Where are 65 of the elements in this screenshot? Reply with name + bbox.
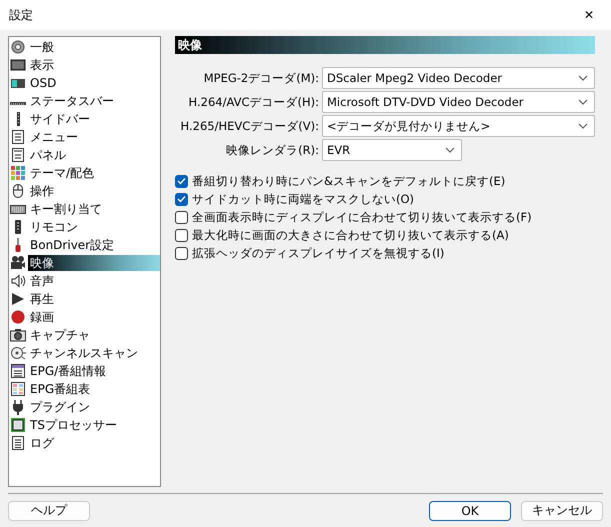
- sidebar-item[interactable]: サイドバー: [28, 111, 160, 127]
- checkbox[interactable]: [175, 192, 188, 206]
- gear-icon: [10, 39, 26, 55]
- checkbox[interactable]: [175, 228, 188, 242]
- sidebar-item[interactable]: EPG/番組情報: [28, 363, 160, 379]
- checkbox[interactable]: [175, 174, 188, 188]
- plug-icon: [10, 399, 26, 415]
- record-icon: [10, 309, 26, 325]
- camera-icon: [10, 327, 26, 343]
- sidebar-item[interactable]: チャンネルスキャン: [28, 345, 160, 361]
- field-label: H.264/AVCデコーダ(H):: [188, 94, 319, 111]
- chevron-down-icon: [578, 99, 588, 105]
- dropdown[interactable]: Microsoft DTV-DVD Video Decoder: [322, 91, 595, 113]
- film-camera-icon: [10, 255, 26, 271]
- section-heading: 映像: [175, 36, 595, 54]
- sidebar-item[interactable]: キャプチャ: [28, 327, 160, 343]
- sidebar-item[interactable]: 再生: [28, 291, 160, 307]
- chip-icon: [10, 417, 26, 433]
- sidebar-item[interactable]: パネル: [28, 147, 160, 163]
- sidebar-item[interactable]: リモコン: [28, 219, 160, 235]
- chevron-down-icon: [445, 147, 455, 153]
- dropdown[interactable]: <デコーダが見付かりません>: [322, 115, 595, 137]
- play-icon: [10, 291, 26, 307]
- sidebar-item[interactable]: 音声: [28, 273, 160, 289]
- sidebar-item[interactable]: 一般: [28, 39, 160, 55]
- chevron-down-icon: [578, 75, 588, 81]
- sidebar-item[interactable]: OSD: [28, 75, 160, 91]
- satellite-dish-icon: [10, 345, 26, 361]
- sidebar-item[interactable]: キー割り当て: [28, 201, 160, 217]
- sidebar-item[interactable]: プラグイン: [28, 399, 160, 415]
- sidebar-item[interactable]: BonDriver設定: [28, 237, 160, 253]
- checkbox-label: 番組切り替わり時にパン&スキャンをデフォルトに戻す(E): [192, 174, 506, 188]
- cancel-button[interactable]: キャンセル: [521, 500, 603, 520]
- sidebar-item[interactable]: テーマ/配色: [28, 165, 160, 181]
- checkbox-label: 全画面表示時にディスプレイに合わせて切り抜いて表示する(F): [192, 210, 532, 224]
- field-label: H.265/HEVCデコーダ(V):: [180, 118, 319, 135]
- color-grid-icon: [10, 165, 26, 181]
- sidebar-item[interactable]: ステータスバー: [28, 93, 160, 109]
- checkbox-label: 最大化時に画面の大きさに合わせて切り抜いて表示する(A): [192, 228, 509, 242]
- sidebar-item[interactable]: 録画: [28, 309, 160, 325]
- dropdown[interactable]: EVR: [322, 139, 462, 161]
- monitor-icon: [10, 57, 26, 73]
- sidebar-item[interactable]: 操作: [28, 183, 160, 199]
- help-button[interactable]: ヘルプ: [8, 500, 90, 520]
- sidebar-item[interactable]: 映像: [28, 255, 160, 271]
- checkbox-label: サイドカット時に両端をマスクしない(O): [192, 192, 414, 206]
- checkbox[interactable]: [175, 210, 188, 224]
- checkbox-label: 拡張ヘッダのディスプレイサイズを無視する(I): [192, 246, 444, 260]
- mouse-icon: [10, 183, 26, 199]
- field-label: 映像レンダラ(R):: [225, 142, 319, 159]
- dropdown[interactable]: DScaler Mpeg2 Video Decoder: [322, 67, 595, 89]
- checkbox[interactable]: [175, 246, 188, 260]
- field-label: MPEG-2デコーダ(M):: [202, 70, 319, 87]
- ruler-icon: [10, 102, 26, 104]
- sidebar-item[interactable]: メニュー: [28, 129, 160, 145]
- bar-icon: [16, 112, 20, 126]
- sidebar-item[interactable]: 表示: [28, 57, 160, 73]
- speaker-icon: [10, 273, 26, 289]
- chevron-down-icon: [578, 123, 588, 129]
- ok-button[interactable]: OK: [429, 500, 511, 520]
- window-title: 設定: [9, 6, 33, 24]
- sidebar-item[interactable]: ログ: [28, 435, 160, 451]
- sidebar-item[interactable]: TSプロセッサー: [28, 417, 160, 433]
- sidebar-item[interactable]: EPG番組表: [28, 381, 160, 397]
- close-button[interactable]: ✕: [567, 0, 611, 30]
